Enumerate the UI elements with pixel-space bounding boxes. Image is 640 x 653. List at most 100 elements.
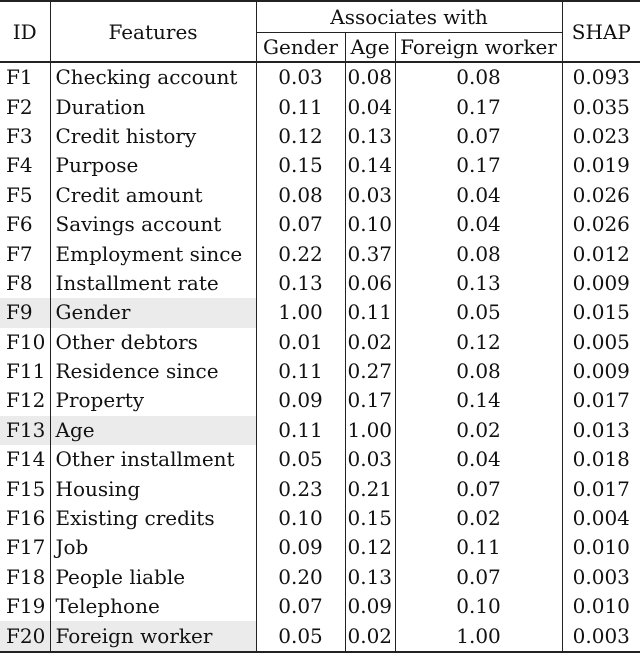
cell-age: 0.02 xyxy=(344,327,395,357)
cell-feature: Installment rate xyxy=(49,268,256,299)
table-body: F1 Checking account 0.03 0.08 0.08 0.093… xyxy=(0,62,640,652)
cell-gender: 0.23 xyxy=(255,474,345,504)
cell-foreign-worker: 0.08 xyxy=(394,62,563,93)
cell-foreign-worker: 0.12 xyxy=(394,327,563,357)
table-row: F4 Purpose 0.15 0.14 0.17 0.019 xyxy=(0,151,640,181)
cell-foreign-worker: 0.07 xyxy=(394,562,563,593)
table-row: F1 Checking account 0.03 0.08 0.08 0.093 xyxy=(0,62,640,93)
cell-feature: Duration xyxy=(49,92,256,122)
cell-age: 1.00 xyxy=(344,415,395,446)
table-row-highlighted: F9 Gender 1.00 0.11 0.05 0.015 xyxy=(0,298,640,328)
cell-gender: 0.08 xyxy=(255,180,345,210)
cell-age: 0.08 xyxy=(344,62,395,93)
cell-id: F14 xyxy=(6,447,46,472)
cell-age: 0.13 xyxy=(344,121,395,152)
cell-feature: Property xyxy=(49,386,256,416)
cell-gender: 0.11 xyxy=(255,92,345,122)
cell-feature: Other debtors xyxy=(49,327,256,357)
cell-feature: Job xyxy=(49,533,256,563)
cell-age: 0.02 xyxy=(344,621,395,652)
table-row: F8 Installment rate 0.13 0.06 0.13 0.009 xyxy=(0,268,640,299)
table-row: F3 Credit history 0.12 0.13 0.07 0.023 xyxy=(0,121,640,152)
table-row-highlighted: F20 Foreign worker 0.05 0.02 1.00 0.003 xyxy=(0,621,640,652)
cell-foreign-worker: 0.04 xyxy=(394,445,563,475)
cell-foreign-worker: 0.04 xyxy=(394,209,563,240)
cell-feature: Other installment xyxy=(49,445,256,475)
feature-association-table: ID Features Associates with SHAP Gender … xyxy=(0,0,640,653)
cell-id: F13 xyxy=(0,415,50,446)
cell-age: 0.11 xyxy=(344,298,395,328)
cell-id: F5 xyxy=(6,182,33,207)
cell-shap: 0.015 xyxy=(561,298,640,328)
cell-foreign-worker: 0.02 xyxy=(394,415,563,446)
cell-shap: 0.018 xyxy=(561,445,640,475)
cell-shap: 0.012 xyxy=(561,239,640,269)
cell-shap: 0.026 xyxy=(561,180,640,210)
cell-id: F18 xyxy=(6,564,46,589)
cell-age: 0.15 xyxy=(344,503,395,534)
cell-foreign-worker: 0.17 xyxy=(394,151,563,181)
table-row: F12 Property 0.09 0.17 0.14 0.017 xyxy=(0,386,640,416)
cell-id: F17 xyxy=(6,535,46,560)
table-row: F10 Other debtors 0.01 0.02 0.12 0.005 xyxy=(0,327,640,357)
cell-shap: 0.026 xyxy=(561,209,640,240)
cell-id: F10 xyxy=(6,329,46,354)
cell-feature: Employment since xyxy=(49,239,256,269)
cell-feature: Housing xyxy=(49,474,256,504)
table-row: F11 Residence since 0.11 0.27 0.08 0.009 xyxy=(0,356,640,387)
cell-foreign-worker: 0.13 xyxy=(394,268,563,299)
cell-id: F4 xyxy=(6,153,33,178)
header-age: Age xyxy=(344,32,395,62)
cell-shap: 0.023 xyxy=(561,121,640,152)
cell-feature: Gender xyxy=(49,298,256,328)
cell-foreign-worker: 0.05 xyxy=(394,298,563,328)
table-row: F19 Telephone 0.07 0.09 0.10 0.010 xyxy=(0,592,640,622)
cell-feature: Age xyxy=(49,415,256,446)
cell-age: 0.21 xyxy=(344,474,395,504)
cell-feature: Credit history xyxy=(49,121,256,152)
header-features: Features xyxy=(49,1,256,62)
cell-foreign-worker: 0.07 xyxy=(394,121,563,152)
cell-gender: 0.11 xyxy=(255,415,345,446)
cell-gender: 0.03 xyxy=(255,62,345,93)
cell-age: 0.14 xyxy=(344,151,395,181)
table-row: F18 People liable 0.20 0.13 0.07 0.003 xyxy=(0,562,640,593)
cell-shap: 0.013 xyxy=(561,415,640,446)
cell-foreign-worker: 0.17 xyxy=(394,92,563,122)
cell-gender: 0.05 xyxy=(255,445,345,475)
cell-shap: 0.003 xyxy=(561,621,640,652)
cell-gender: 0.11 xyxy=(255,356,345,387)
cell-age: 0.09 xyxy=(344,592,395,622)
header-id: ID xyxy=(12,19,37,44)
table-row: F14 Other installment 0.05 0.03 0.04 0.0… xyxy=(0,445,640,475)
cell-foreign-worker: 0.14 xyxy=(394,386,563,416)
cell-feature: People liable xyxy=(49,562,256,593)
cell-id: F12 xyxy=(6,388,46,413)
cell-feature: Existing credits xyxy=(49,503,256,534)
cell-id: F3 xyxy=(6,123,33,148)
cell-gender: 0.09 xyxy=(255,533,345,563)
cell-age: 0.03 xyxy=(344,180,395,210)
cell-foreign-worker: 0.11 xyxy=(394,533,563,563)
cell-age: 0.17 xyxy=(344,386,395,416)
header-gender: Gender xyxy=(255,32,345,62)
cell-foreign-worker: 0.08 xyxy=(394,239,563,269)
cell-feature: Savings account xyxy=(49,209,256,240)
cell-feature: Credit amount xyxy=(49,180,256,210)
cell-shap: 0.035 xyxy=(561,92,640,122)
table-row: F15 Housing 0.23 0.21 0.07 0.017 xyxy=(0,474,640,504)
cell-gender: 1.00 xyxy=(255,298,345,328)
cell-shap: 0.019 xyxy=(561,151,640,181)
cell-id: F2 xyxy=(6,94,33,119)
cell-shap: 0.017 xyxy=(561,386,640,416)
cell-id: F1 xyxy=(6,65,33,90)
table-row: F16 Existing credits 0.10 0.15 0.02 0.00… xyxy=(0,503,640,534)
cell-id: F16 xyxy=(6,506,46,531)
cell-gender: 0.22 xyxy=(255,239,345,269)
cell-feature: Foreign worker xyxy=(49,621,256,652)
cell-foreign-worker: 1.00 xyxy=(394,621,563,652)
cell-age: 0.03 xyxy=(344,445,395,475)
cell-gender: 0.12 xyxy=(255,121,345,152)
cell-age: 0.04 xyxy=(344,92,395,122)
header-shap: SHAP xyxy=(561,1,640,62)
